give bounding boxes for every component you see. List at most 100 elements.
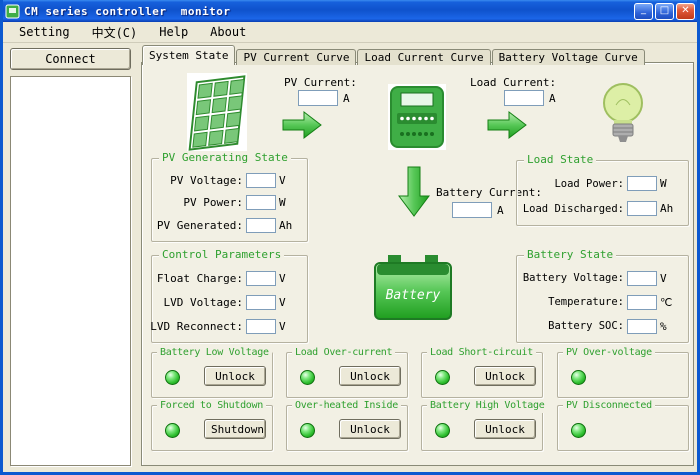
field-row: PV Power: W — [156, 195, 299, 210]
float-charge-field[interactable] — [246, 271, 276, 286]
alarm-group-pv-over-voltage: PV Over-voltage — [557, 352, 689, 398]
over-heated-inside-led — [300, 423, 315, 438]
pv-voltage-label: PV Voltage: — [170, 174, 243, 187]
pv-current-field[interactable] — [298, 90, 338, 106]
over-heated-inside-unlock-button[interactable]: Unlock — [339, 419, 401, 439]
controller-icon — [388, 84, 446, 153]
tab-strip: System State PV Current Curve Load Curre… — [142, 45, 646, 65]
load-short-circuit-unlock-button[interactable]: Unlock — [474, 366, 536, 386]
lvd-reconnect-field[interactable] — [246, 319, 276, 334]
pv-disconnected-led — [571, 423, 586, 438]
alarm-title: Load Short-circuit — [427, 346, 536, 360]
group-title: Battery State — [524, 248, 616, 262]
battery-soc-label: Battery SOC: — [548, 320, 624, 332]
alarm-title: Battery Low Voltage — [157, 346, 272, 360]
alarm-group-load-short-circuit: Load Short-circuit Unlock — [421, 352, 543, 398]
field-row: LVD Voltage: V — [156, 295, 299, 310]
connect-button[interactable]: Connect — [10, 48, 131, 70]
tab-system-state[interactable]: System State — [142, 45, 235, 65]
alarm-title: Over-heated Inside — [292, 399, 401, 413]
alarm-group-battery-high-voltage: Battery High Voltage Unlock — [421, 405, 543, 451]
battery-voltage-label: Battery Voltage: — [523, 272, 624, 284]
pv-over-voltage-led — [571, 370, 586, 385]
pv-generating-state-group: PV Generating State PV Voltage: V PV Pow… — [151, 158, 308, 242]
battery-icon: Battery — [372, 251, 454, 326]
field-row: Load Discharged: Ah — [521, 201, 680, 216]
device-listbox[interactable] — [10, 76, 131, 466]
unit-label: W — [279, 196, 299, 209]
temperature-label: Temperature: — [548, 296, 624, 308]
load-short-circuit-led — [435, 370, 450, 385]
load-current-label: Load Current: — [470, 76, 556, 89]
battery-high-voltage-unlock-button[interactable]: Unlock — [474, 419, 536, 439]
group-title: Load State — [524, 153, 596, 167]
forced-to-shutdown-button[interactable]: Shutdown — [204, 419, 266, 439]
pv-power-field[interactable] — [246, 195, 276, 210]
light-bulb-icon — [600, 81, 646, 150]
load-current-field[interactable] — [504, 90, 544, 106]
alarm-group-battery-low-voltage: Battery Low Voltage Unlock — [151, 352, 273, 398]
unit-label: V — [279, 296, 299, 309]
load-state-group: Load State Load Power: W Load Discharged… — [516, 160, 689, 226]
battery-current-unit: A — [497, 204, 504, 217]
battery-low-voltage-unlock-button[interactable]: Unlock — [204, 366, 266, 386]
maximize-button[interactable]: □ — [655, 3, 674, 20]
battery-voltage-field[interactable] — [627, 271, 657, 286]
unit-label: ℃ — [660, 296, 680, 309]
unit-label: V — [279, 272, 299, 285]
menu-language[interactable]: 中文(C) — [82, 22, 148, 43]
field-row: Float Charge: V — [156, 271, 299, 286]
arrow-down-icon — [398, 166, 430, 221]
alarm-title: Load Over-current — [292, 346, 395, 360]
unit-label: Ah — [660, 202, 680, 215]
unit-label: V — [660, 272, 680, 285]
battery-image-label: Battery — [386, 288, 441, 303]
unit-label: W — [660, 177, 680, 190]
solar-panel-icon — [187, 73, 247, 156]
load-power-field[interactable] — [627, 176, 657, 191]
float-charge-label: Float Charge: — [157, 272, 243, 285]
control-parameters-group: Control Parameters Float Charge: V LVD V… — [151, 255, 308, 343]
field-row: PV Voltage: V — [156, 173, 299, 188]
lvd-voltage-label: LVD Voltage: — [164, 296, 243, 309]
tab-pv-current-curve[interactable]: PV Current Curve — [236, 49, 356, 65]
menu-help[interactable]: Help — [149, 23, 198, 41]
field-row: LVD Reconnect: V — [156, 319, 299, 334]
group-title: Control Parameters — [159, 248, 284, 262]
load-discharged-label: Load Discharged: — [523, 203, 624, 215]
load-discharged-field[interactable] — [627, 201, 657, 216]
alarm-group-over-heated-inside: Over-heated Inside Unlock — [286, 405, 408, 451]
temperature-field[interactable] — [627, 295, 657, 310]
pv-generated-label: PV Generated: — [157, 219, 243, 232]
tab-load-current-curve[interactable]: Load Current Curve — [357, 49, 490, 65]
lvd-reconnect-label: LVD Reconnect: — [150, 320, 243, 333]
pv-current-unit: A — [343, 92, 350, 105]
battery-soc-field[interactable] — [627, 319, 657, 334]
battery-high-voltage-led — [435, 423, 450, 438]
minimize-button[interactable]: _ — [634, 3, 653, 20]
unit-label: Ah — [279, 219, 299, 232]
window-title: CM series controller monitor — [24, 5, 630, 18]
pv-generated-field[interactable] — [246, 218, 276, 233]
battery-current-field[interactable] — [452, 202, 492, 218]
lvd-voltage-field[interactable] — [246, 295, 276, 310]
alarm-title: PV Disconnected — [563, 399, 655, 413]
field-row: Temperature: ℃ — [521, 295, 680, 310]
pv-power-label: PV Power: — [183, 196, 243, 209]
pv-voltage-field[interactable] — [246, 173, 276, 188]
pv-current-label: PV Current: — [284, 76, 357, 89]
unit-label: V — [279, 320, 299, 333]
load-current-unit: A — [549, 92, 556, 105]
arrow-right-icon — [487, 110, 527, 143]
menu-setting[interactable]: Setting — [9, 23, 80, 41]
field-row: Battery Voltage: V — [521, 271, 680, 286]
tab-battery-voltage-curve[interactable]: Battery Voltage Curve — [492, 49, 645, 65]
alarm-group-forced-to-shutdown: Forced to Shutdown Shutdown — [151, 405, 273, 451]
title-bar: CM series controller monitor _ □ ✕ — [0, 0, 700, 22]
field-row: PV Generated: Ah — [156, 218, 299, 233]
field-row: Battery SOC: % — [521, 319, 680, 334]
menu-about[interactable]: About — [200, 23, 256, 41]
load-over-current-unlock-button[interactable]: Unlock — [339, 366, 401, 386]
close-button[interactable]: ✕ — [676, 3, 695, 20]
unit-label: % — [660, 320, 680, 333]
